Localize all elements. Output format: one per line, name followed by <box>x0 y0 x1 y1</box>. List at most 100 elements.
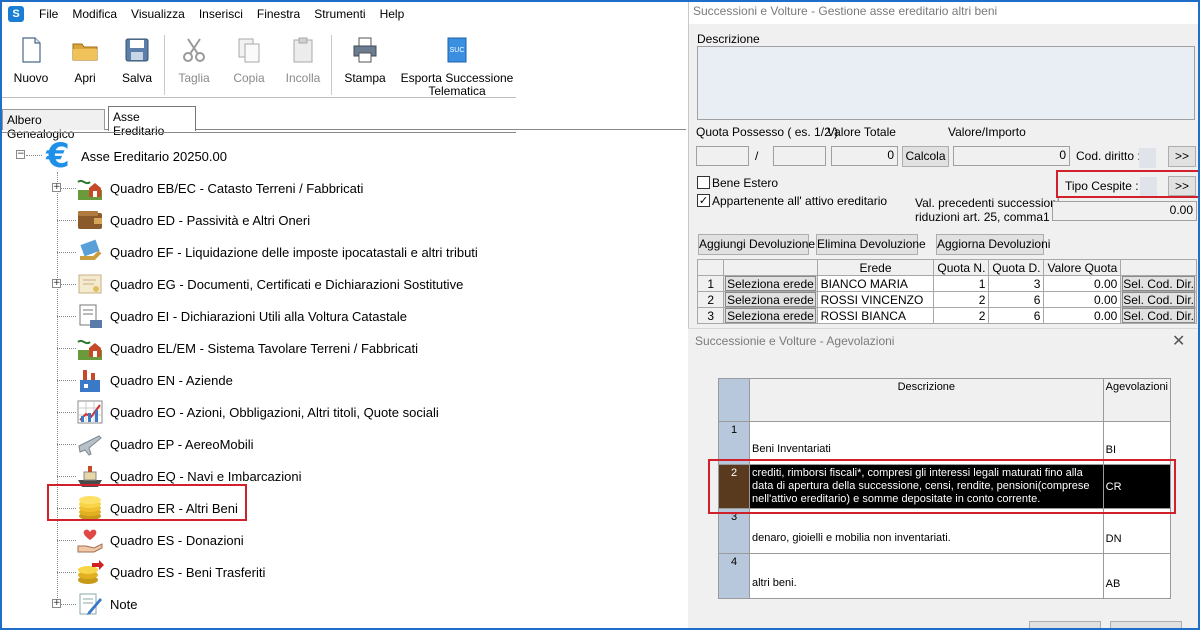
apri-button[interactable]: Apri <box>60 32 110 98</box>
menu-modifica[interactable]: Modifica <box>65 7 124 21</box>
grid-cell-valore-quota[interactable]: 0.00 <box>1043 291 1122 308</box>
tree-item[interactable]: Quadro EI - Dichiarazioni Utili alla Vol… <box>76 300 407 332</box>
tree-item[interactable]: Quadro ED - Passività e Altri Oneri <box>76 204 310 236</box>
land-building-icon <box>76 174 104 202</box>
euro-icon: € <box>46 136 70 176</box>
sel-cod-dir-button[interactable]: Sel. Cod. Dir. <box>1122 292 1195 307</box>
tree-item[interactable]: Quadro EL/EM - Sistema Tavolare Terreni … <box>76 332 418 364</box>
menu-file[interactable]: File <box>32 7 65 21</box>
tax-payment-icon <box>76 238 104 266</box>
val-precedenti-input[interactable]: 0.00 <box>1052 201 1197 221</box>
salva-button[interactable]: Salva <box>110 32 164 98</box>
agev-header-descrizione: Descrizione <box>749 378 1104 422</box>
menu-inserisci[interactable]: Inserisci <box>192 7 250 21</box>
note-pencil-icon <box>76 590 104 618</box>
elimina-devoluzione-button[interactable]: Elimina Devoluzione <box>816 234 926 255</box>
tree-item-label: Quadro EO - Azioni, Obbligazioni, Altri … <box>110 404 439 420</box>
tree-item-label: Quadro EF - Liquidazione delle imposte i… <box>110 244 478 260</box>
tree-expander[interactable]: + <box>52 599 61 608</box>
seleziona-erede-button[interactable]: Seleziona erede <box>725 292 816 307</box>
appartenente-label: Appartenente all' attivo ereditario <box>712 194 888 208</box>
descrizione-textarea[interactable] <box>697 46 1195 120</box>
grid-header-erede: Erede <box>816 259 935 276</box>
tab-asse-ereditario[interactable]: Asse Ereditario <box>108 106 196 138</box>
agev-cancel-button[interactable] <box>1110 621 1182 630</box>
seleziona-erede-button[interactable]: Seleziona erede <box>725 276 816 291</box>
tree-connector <box>57 316 76 317</box>
grid-header-num <box>696 259 725 276</box>
valore-importo-input[interactable]: 0 <box>953 146 1070 166</box>
highlight-quadro-er <box>47 484 247 521</box>
grid-cell-quota-n[interactable]: 1 <box>933 275 990 292</box>
agev-row-descrizione: denaro, gioielli e mobilia non inventari… <box>749 508 1104 554</box>
menu-finestra[interactable]: Finestra <box>250 7 307 21</box>
root-expander[interactable]: − <box>16 150 25 159</box>
taglia-button[interactable]: Taglia <box>165 32 223 98</box>
agev-row[interactable]: 3 denaro, gioielli e mobilia non inventar… <box>718 508 1172 554</box>
grid-cell-quota-d[interactable]: 6 <box>988 291 1045 308</box>
open-folder-icon <box>72 43 98 61</box>
calcola-button[interactable]: Calcola <box>902 146 949 167</box>
agev-row-number: 4 <box>718 553 750 599</box>
quota-numeratore-input[interactable] <box>696 146 749 166</box>
grid-row-number: 2 <box>696 291 725 308</box>
menu-help[interactable]: Help <box>373 7 412 21</box>
printer-icon <box>353 37 377 63</box>
tree-item[interactable]: Quadro EF - Liquidazione delle imposte i… <box>76 236 478 268</box>
tree-expander[interactable]: + <box>52 183 61 192</box>
agev-row[interactable]: 4 altri beni. AB <box>718 553 1172 599</box>
sel-cod-dir-button[interactable]: Sel. Cod. Dir. <box>1122 308 1195 323</box>
menu-visualizza[interactable]: Visualizza <box>124 7 192 21</box>
seleziona-erede-button[interactable]: Seleziona erede <box>725 308 816 323</box>
nuovo-label: Nuovo <box>13 71 49 85</box>
tree-item[interactable]: Quadro ES - Donazioni <box>76 524 244 556</box>
copia-button[interactable]: Copia <box>223 32 275 98</box>
suc-export-icon: SUC <box>447 37 467 63</box>
valore-totale-input[interactable]: 0 <box>831 146 898 166</box>
grid-cell-valore-quota[interactable]: 0.00 <box>1043 307 1122 324</box>
gestione-altri-beni-window: Successioni e Volture - Gestione asse er… <box>688 2 1198 328</box>
grid-cell-valore-quota[interactable]: 0.00 <box>1043 275 1122 292</box>
sel-cod-dir-button[interactable]: Sel. Cod. Dir. <box>1122 276 1195 291</box>
agev-row-number: 3 <box>718 508 750 554</box>
close-icon[interactable]: ✕ <box>1172 331 1185 350</box>
tree-item[interactable]: Quadro ES - Beni Trasferiti <box>76 556 265 588</box>
quota-possesso-label: Quota Possesso ( es. 1/2 ) <box>696 125 839 139</box>
grid-cell-erede[interactable]: BIANCO MARIA <box>816 275 935 292</box>
aggiorna-devoluzioni-button[interactable]: Aggiorna Devoluzioni <box>936 234 1050 255</box>
menu-strumenti[interactable]: Strumenti <box>307 7 372 21</box>
quota-denominatore-input[interactable] <box>773 146 826 166</box>
tab-albero-genealogico[interactable]: Albero Genealogico <box>2 109 105 141</box>
tree-item[interactable]: Quadro EG - Documenti, Certificati e Dic… <box>76 268 463 300</box>
cod-diritto-input[interactable] <box>1139 148 1156 168</box>
esporta-successione-button[interactable]: SUC Esporta Successione Telematica <box>398 32 516 98</box>
cod-diritto-select-button[interactable]: >> <box>1168 146 1196 167</box>
tree-item[interactable]: Quadro EN - Aziende <box>76 364 233 396</box>
tree-item[interactable]: Note <box>76 588 137 620</box>
grid-cell-erede[interactable]: ROSSI VINCENZO <box>816 291 935 308</box>
grid-row: 1 Seleziona erede BIANCO MARIA 1 3 0.00 Sel. C… <box>696 275 1197 292</box>
tree-item[interactable]: Quadro EP - AereoMobili <box>76 428 254 460</box>
tree-item-label: Quadro EL/EM - Sistema Tavolare Terreni … <box>110 340 419 356</box>
grid-cell-quota-n[interactable]: 2 <box>933 291 990 308</box>
agev-header-row: Descrizione Agevolazioni <box>718 378 1172 422</box>
tree-item[interactable]: Quadro EB/EC - Catasto Terreni / Fabbric… <box>76 172 363 204</box>
tree-item[interactable]: Quadro EO - Azioni, Obbligazioni, Altri … <box>76 396 439 428</box>
bene-estero-checkbox[interactable] <box>697 176 710 189</box>
tree-expander[interactable]: + <box>52 279 61 288</box>
cod-diritto-label: Cod. diritto : <box>1076 149 1141 163</box>
aggiungi-devoluzione-button[interactable]: Aggiungi Devoluzione <box>698 234 815 255</box>
stock-chart-icon <box>76 398 104 426</box>
tree-connector <box>26 155 42 156</box>
appartenente-checkbox[interactable]: ✓ <box>697 194 710 207</box>
agev-ok-button[interactable] <box>1029 621 1101 630</box>
nuovo-button[interactable]: Nuovo <box>2 32 60 98</box>
stampa-button[interactable]: Stampa <box>332 32 398 98</box>
grid-cell-quota-d[interactable]: 3 <box>988 275 1045 292</box>
grid-cell-quota-d[interactable]: 6 <box>988 307 1045 324</box>
incolla-button[interactable]: Incolla <box>275 32 331 98</box>
agev-row-code: DN <box>1102 508 1172 554</box>
tree-root[interactable]: € Asse Ereditario 20250.00 <box>42 136 227 176</box>
grid-cell-quota-n[interactable]: 2 <box>933 307 990 324</box>
grid-cell-erede[interactable]: ROSSI BIANCA <box>816 307 935 324</box>
